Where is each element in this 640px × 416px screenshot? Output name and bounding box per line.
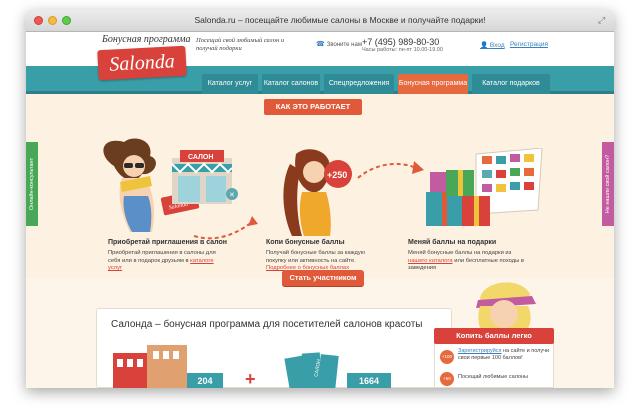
fullscreen-icon[interactable]: ⤢ [598, 15, 608, 25]
title-bar: Salonda.ru – посещайте любимые салоны в … [26, 10, 614, 32]
gift-catalog-link[interactable]: нашего каталога [408, 258, 453, 264]
salon-building-illustration: САЛОН ✕ [171, 150, 238, 204]
register-promo-link[interactable]: Зарегистрируйся [458, 348, 502, 354]
find-salon-tab[interactable]: Не нашли свой салон? [602, 142, 614, 226]
nav-services[interactable]: Каталог услуг [202, 74, 258, 94]
promo-item-register: Зарегистрируйся на сайте и получи свои п… [458, 348, 550, 361]
salonda-logo[interactable]: Salonda [97, 45, 187, 81]
brand-tagline: Бонусная программа [102, 34, 191, 45]
dashed-arrow-1 [193, 216, 258, 240]
step3-text: Меняй бонусные баллы на подарки из нашег… [408, 250, 524, 271]
svg-text:✕: ✕ [229, 192, 235, 199]
nav-bonus-program[interactable]: Бонусная программа [398, 74, 468, 94]
phone-label: ☎ Звоните нам [316, 41, 362, 48]
plus-sign: + [245, 369, 256, 388]
dashed-arrow-2 [357, 161, 424, 179]
page-content: Бонусная программа Посещай свой любимый … [26, 32, 614, 388]
tickets-illustration: САЛОН [284, 352, 339, 388]
promo-item-visit: Посещай любимые салоны [458, 374, 529, 380]
girl-in-cap-illustration [476, 282, 536, 334]
bonus-100-badge: +100 [440, 350, 454, 364]
phone-icon: ☎ [316, 41, 325, 48]
user-icon: 👤 [480, 42, 489, 49]
register-link[interactable]: Регистрация [510, 41, 548, 48]
nav-special-offers[interactable]: Спецпредложения [324, 74, 394, 94]
step1-text: Приобретай приглашения в салоны для себя… [108, 250, 216, 271]
buildings-illustration [113, 345, 187, 388]
nav-salons[interactable]: Каталог салонов [262, 74, 320, 94]
bonus-50-badge: +50 [440, 372, 454, 386]
nav-gifts[interactable]: Каталог подарков [472, 74, 550, 94]
slogan: Посещай свой любимый салон и получай под… [196, 37, 285, 52]
online-consultant-tab[interactable]: Онлайн-консультант [26, 142, 38, 226]
browser-window: Salonda.ru – посещайте любимые салоны в … [26, 10, 614, 388]
step2-title: Копи бонусные баллы [266, 239, 345, 246]
login-link[interactable]: 👤 Вход [480, 41, 505, 49]
work-hours: Часы работы: пн-пт 10.00-19.00 [362, 47, 443, 53]
step1-title: Приобретай приглашения в салон [108, 239, 228, 246]
program-info-title: Салонда – бонусная программа для посетит… [111, 319, 423, 330]
become-member-button[interactable]: Стать участником [282, 270, 364, 286]
how-it-works-ribbon: КАК ЭТО РАБОТАЕТ [264, 99, 362, 115]
close-button[interactable] [34, 16, 43, 25]
bonus-badge: +250 [327, 170, 347, 180]
how-it-works-section: Salonda САЛОН ✕ +250 Приобретай приглаше… [26, 94, 614, 278]
salons-count: 204 [187, 373, 223, 388]
zoom-button[interactable] [62, 16, 71, 25]
promo-ribbon: Копить баллы легко [434, 328, 554, 344]
woman-with-balls-illustration: +250 [283, 149, 352, 236]
gifts-and-catalog-illustration [426, 148, 543, 226]
salon-sign: САЛОН [188, 154, 213, 161]
step3-title: Меняй баллы на подарки [408, 239, 497, 246]
window-title: Salonda.ru – посещайте любимые салоны в … [194, 15, 486, 25]
program-info-box: Салонда – бонусная программа для посетит… [96, 308, 452, 388]
phone-number[interactable]: +7 (495) 989-80-30 [362, 37, 439, 47]
minimize-button[interactable] [48, 16, 57, 25]
services-count: 1664 [347, 373, 391, 388]
